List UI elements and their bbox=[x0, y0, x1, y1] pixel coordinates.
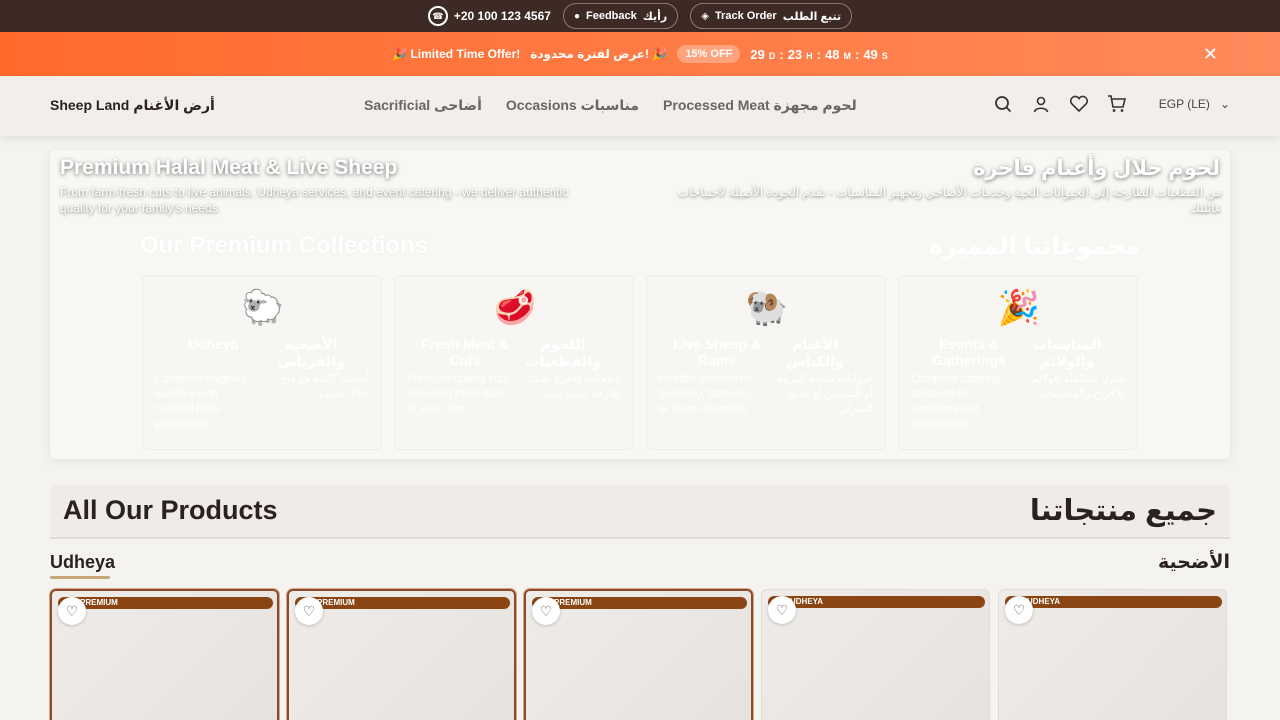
countdown-hours: 23 bbox=[787, 46, 803, 62]
heart-icon[interactable] bbox=[1069, 94, 1089, 114]
tile-title-ar: الأغنام والكباش bbox=[786, 336, 844, 369]
tile-title-ar: الأضحية والقرباني bbox=[277, 336, 345, 369]
tile-title-en: Udheya bbox=[187, 336, 239, 352]
tile-desc-ar: حلول متكاملة للولائم للأفراح والمناسبات bbox=[1031, 373, 1125, 400]
brand-logo[interactable]: Sheep Land أرض الأغنام bbox=[50, 97, 215, 114]
track-order-button[interactable]: ◈ Track Order تتبع الطلب bbox=[690, 3, 853, 29]
hero-title-en: Premium Halal Meat & Live Sheep bbox=[60, 156, 398, 179]
product-grid: PREMIUM ♡ PREMIUM ♡ PREMIUM ♡ UDHEYA ♡ U… bbox=[50, 589, 1227, 720]
collections-title-ar: مجموعاتنا المميزة bbox=[928, 233, 1141, 260]
premium-badge: PREMIUM bbox=[532, 597, 747, 609]
top-bar: ☎ +20 100 123 4567 ● Feedback رأيك ◈ Tra… bbox=[0, 0, 1280, 32]
hours-unit: H bbox=[806, 50, 813, 61]
tile-desc-en: Complete catering solutions for weddings… bbox=[911, 373, 1001, 430]
collection-tile-fresh-meat[interactable]: 🥩 Fresh Meat & Cuts اللحوم والقطعيات Pre… bbox=[394, 275, 634, 450]
discount-badge: 15% OFF bbox=[677, 45, 741, 63]
collection-tile-events[interactable]: 🎉 Events & Gatherings المناسبات والولائم… bbox=[898, 275, 1138, 450]
heart-icon[interactable]: ♡ bbox=[768, 596, 796, 624]
countdown-minutes: 48 bbox=[825, 46, 840, 62]
whatsapp-icon: ☎ bbox=[427, 6, 448, 26]
feedback-button[interactable]: ● Feedback رأيك bbox=[562, 3, 679, 29]
udheya-badge: UDHEYA bbox=[768, 596, 985, 608]
collections-panel: Premium Halal Meat & Live Sheep لحوم حلا… bbox=[50, 150, 1230, 459]
heart-icon[interactable]: ♡ bbox=[1005, 596, 1033, 624]
product-card[interactable]: PREMIUM ♡ bbox=[50, 589, 279, 720]
meat-icon: 🥩 bbox=[493, 289, 537, 327]
collection-tile-live-sheep[interactable]: 🐏 Live Sheep & Rams الأغنام والكباش Heal… bbox=[646, 275, 886, 450]
product-card[interactable]: UDHEYA ♡ bbox=[761, 589, 990, 720]
tile-title-ar: اللحوم والقطعيات bbox=[525, 336, 601, 369]
countdown-days: 29 bbox=[750, 46, 765, 62]
feedback-label-ar: رأيك bbox=[642, 10, 668, 23]
feedback-label-en: Feedback bbox=[586, 10, 637, 22]
hero-title-ar: لحوم حلال وأغنام فاخرة bbox=[972, 157, 1220, 180]
products-header: All Our Products جميع منتجاتنا bbox=[50, 485, 1230, 539]
user-icon[interactable] bbox=[1031, 94, 1051, 114]
heart-icon[interactable]: ♡ bbox=[532, 597, 560, 625]
currency-selector[interactable]: EGP (LE) ⌄ bbox=[1159, 97, 1230, 111]
days-unit: D bbox=[768, 50, 776, 61]
whatsapp-contact[interactable]: ☎ +20 100 123 4567 bbox=[427, 6, 551, 26]
promo-text-en: 🎉 Limited Time Offer! bbox=[392, 47, 521, 61]
sheep-icon: 🐑 bbox=[241, 289, 285, 327]
tile-desc-en: Healthy animals for breeding, fattening,… bbox=[659, 373, 754, 415]
collections-title-en: Our Premium Collections bbox=[140, 232, 429, 259]
heart-icon[interactable]: ♡ bbox=[295, 597, 323, 625]
tile-desc-ar: أضحية كاملة مع ذبح حلال معتمد bbox=[280, 373, 369, 400]
seconds-unit: S bbox=[881, 50, 888, 61]
countdown-seconds: 49 bbox=[863, 46, 878, 62]
nav-processed-meat[interactable]: Processed Meat لحوم مجهزة bbox=[663, 97, 857, 114]
tile-desc-en: Complete religious sacrifice with certif… bbox=[155, 373, 247, 430]
nav-occasions[interactable]: Occasions مناسبات bbox=[506, 97, 639, 114]
currency-label: EGP (LE) bbox=[1158, 97, 1210, 111]
track-label-ar: تتبع الطلب bbox=[782, 10, 842, 23]
chat-icon: ● bbox=[573, 10, 580, 22]
products-title-en: All Our Products bbox=[63, 495, 278, 525]
category-title-en: Udheya bbox=[50, 552, 116, 572]
promo-banner: 🎉 Limited Time Offer! عرض لفترة محدودة! … bbox=[0, 32, 1280, 76]
ram-icon: 🐏 bbox=[745, 289, 789, 327]
header-actions: EGP (LE) ⌄ bbox=[993, 94, 1230, 114]
minutes-unit: M bbox=[843, 50, 851, 61]
product-card[interactable]: PREMIUM ♡ bbox=[287, 589, 516, 720]
hero-subtitle-ar: من القطعيات الطازجة إلى الحيوانات الحية … bbox=[677, 185, 1222, 215]
phone-number: +20 100 123 4567 bbox=[453, 9, 551, 23]
hero-subtitle-en: From farm-fresh cuts to live animals, Ud… bbox=[60, 185, 569, 215]
tile-title-ar: المناسبات والولائم bbox=[1032, 336, 1102, 369]
cart-icon[interactable] bbox=[1107, 94, 1127, 114]
track-label-en: Track Order bbox=[714, 10, 777, 22]
nav-sacrificial[interactable]: Sacrificial أضاحى bbox=[364, 97, 482, 114]
site-header: Sheep Land أرض الأغنام Sacrificial أضاحى… bbox=[0, 76, 1280, 136]
promo-text-ar: عرض لفترة محدودة! 🎉 bbox=[530, 47, 668, 61]
main-nav: Sacrificial أضاحى Occasions مناسبات Proc… bbox=[364, 97, 857, 114]
premium-badge: PREMIUM bbox=[58, 597, 273, 609]
party-icon: 🎉 bbox=[997, 289, 1041, 327]
collection-tile-udheya[interactable]: 🐑 Udheya الأضحية والقرباني Complete reli… bbox=[142, 275, 382, 450]
tile-title-en: Events & Gatherings bbox=[932, 336, 1006, 368]
countdown: 29 D : 23 H : 48 M : 49 S bbox=[750, 46, 888, 62]
udheya-badge: UDHEYA bbox=[1005, 596, 1222, 608]
product-card[interactable]: UDHEYA ♡ bbox=[998, 589, 1227, 720]
heart-icon[interactable]: ♡ bbox=[58, 597, 86, 625]
chevron-down-icon: ⌄ bbox=[1219, 97, 1230, 111]
search-icon[interactable] bbox=[993, 94, 1013, 114]
tile-title-en: Fresh Meat & Cuts bbox=[421, 336, 509, 368]
tile-desc-ar: قطعيات فاخرة تصلك طازجة يوميا لبابك bbox=[525, 373, 621, 400]
collection-tiles: 🐑 Udheya الأضحية والقرباني Complete reli… bbox=[142, 275, 1138, 450]
product-card[interactable]: PREMIUM ♡ bbox=[524, 589, 753, 720]
category-underline bbox=[50, 576, 110, 579]
products-title-ar: جميع منتجاتنا bbox=[1029, 495, 1217, 527]
category-title-ar: الأضحية bbox=[1158, 552, 1230, 573]
tile-desc-ar: حيوانات صحية للتربية أو التسمين أو الذبح… bbox=[776, 373, 873, 415]
tile-title-en: Live Sheep & Rams bbox=[673, 336, 761, 368]
layers-icon: ◈ bbox=[701, 10, 709, 22]
tile-desc-en: Premium quality cuts delivered fresh dai… bbox=[407, 373, 510, 415]
premium-badge: PREMIUM bbox=[295, 597, 510, 609]
close-icon[interactable]: ✕ bbox=[1203, 44, 1218, 65]
